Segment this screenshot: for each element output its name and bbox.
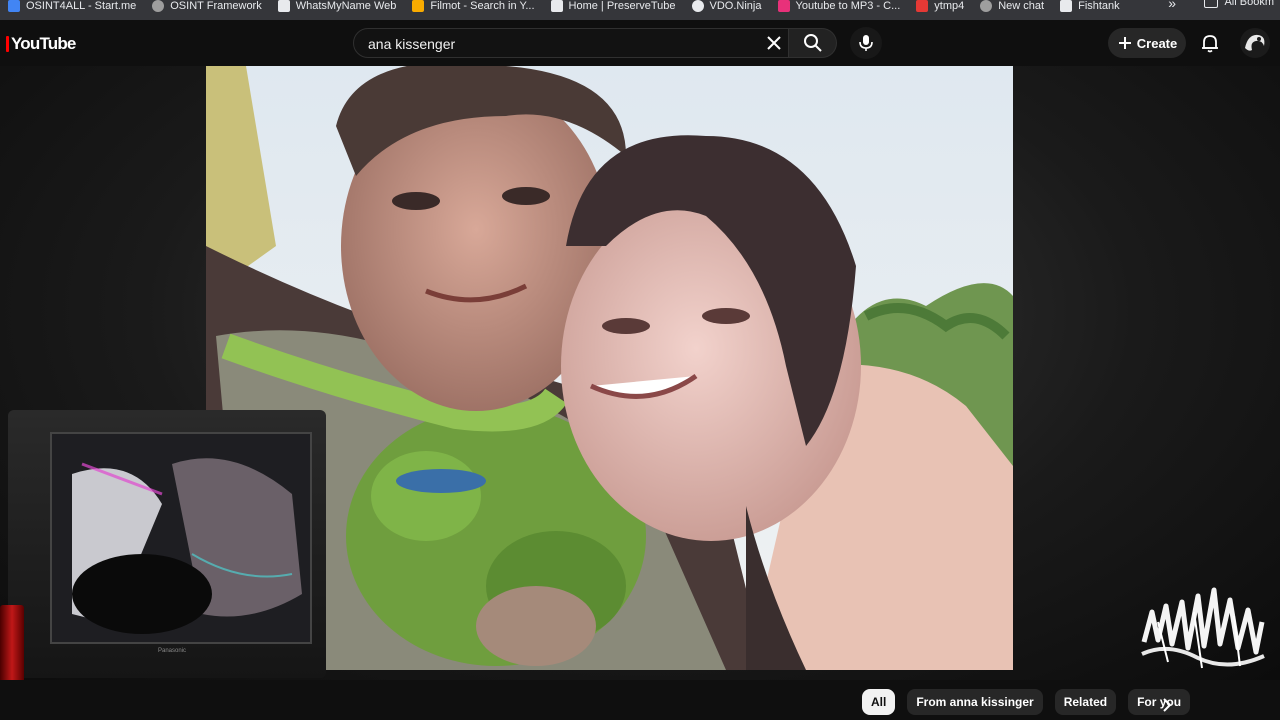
bookmark-new-chat[interactable]: New chat [972, 0, 1052, 16]
photo-image [206, 66, 1013, 670]
home-icon [550, 0, 563, 12]
start-me-icon [8, 0, 20, 12]
bookmark-preservetube[interactable]: Home | PreserveTube [543, 0, 684, 16]
bookmarks-bar: OSINT4ALL - Start.me OSINT Framework Wha… [0, 0, 1280, 20]
clear-search-button[interactable] [764, 33, 784, 53]
ytmp4-icon [916, 0, 929, 12]
download-icon [777, 0, 790, 12]
tv-screen [50, 432, 312, 644]
voice-search-button[interactable] [850, 27, 882, 59]
bookmark-whatsmyname[interactable]: WhatsMyName Web [270, 0, 405, 16]
tv-screen-image [52, 434, 310, 642]
bookmark-osint4all[interactable]: OSINT4ALL - Start.me [0, 0, 144, 16]
bookmark-filmot[interactable]: Filmot - Search in Y... [404, 0, 542, 16]
graffiti-logo-image [1141, 587, 1265, 669]
folder-icon [1204, 0, 1219, 8]
bookmark-fishtank[interactable]: Fishtank [1052, 0, 1128, 16]
chips-next-button[interactable] [1156, 694, 1178, 716]
tv-brand-label: Panasonic [158, 648, 187, 654]
close-icon [767, 36, 781, 50]
chip-from-channel[interactable]: From anna kissinger [907, 689, 1043, 715]
chip-all[interactable]: All [862, 689, 896, 715]
youtube-logo[interactable]: YouTube [6, 34, 76, 54]
filmot-icon [412, 0, 425, 12]
microphone-icon [859, 35, 873, 51]
bookmark-ytmp4[interactable]: ytmp4 [908, 0, 972, 16]
search-icon [803, 34, 822, 52]
all-bookmarks[interactable]: All Bookm [1204, 0, 1280, 8]
x-logo-icon [1060, 0, 1073, 12]
related-chips-bar: All From anna kissinger Related For you [862, 689, 1191, 715]
chip-related[interactable]: Related [1054, 689, 1117, 715]
avatar[interactable] [1240, 28, 1270, 58]
globe-icon [152, 0, 165, 12]
bookmark-youtube-to-mp3[interactable]: Youtube to MP3 - C... [770, 0, 909, 16]
youtube-masthead: YouTube [0, 20, 1280, 66]
bell-icon [1202, 35, 1218, 53]
search-box [353, 28, 789, 58]
logo-play-icon [6, 36, 9, 52]
bookmark-osint-framework[interactable]: OSINT Framework [144, 0, 269, 16]
search-button[interactable] [789, 28, 837, 58]
bookmark-vdo-ninja[interactable]: VDO.Ninja [684, 0, 770, 16]
whatsmyname-icon [277, 0, 290, 12]
graffiti-logo-sticker [1138, 582, 1268, 678]
create-button[interactable]: Create [1108, 28, 1186, 58]
ninja-icon [691, 0, 704, 12]
video-thumbnail-photo[interactable] [206, 66, 1013, 670]
notifications-button[interactable] [1198, 31, 1222, 55]
tv-overlay-sticker: Panasonic [8, 410, 326, 690]
chevron-right-icon [1163, 698, 1172, 712]
bookmarks-overflow-chevron[interactable]: » [1168, 0, 1176, 11]
chat-icon [980, 0, 993, 12]
plus-icon [1118, 37, 1131, 49]
search-input[interactable] [366, 34, 750, 54]
account-avatar-icon [1245, 34, 1265, 51]
